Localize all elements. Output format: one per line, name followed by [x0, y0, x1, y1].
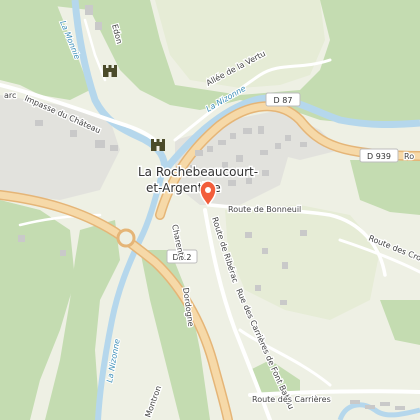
road-badge-d87: D 87 — [265, 92, 301, 107]
castle-icon[interactable] — [103, 65, 117, 77]
castle-icon[interactable] — [151, 139, 165, 151]
road-label-route-bonneuil: Route de Bonneuil — [228, 205, 301, 214]
roundabout — [116, 228, 136, 248]
place-name-line1: La Rochebeaucourt- — [138, 165, 258, 179]
road-badge-d87-text: D 87 — [274, 96, 293, 105]
map-canvas[interactable]: D 87 D 939 D 12 Ro Route de Bonneuil Rou… — [0, 0, 420, 420]
road-label-d939-tail: Ro — [404, 152, 414, 161]
map-view[interactable]: D 87 D 939 D 12 Ro Route de Bonneuil Rou… — [0, 0, 420, 420]
road-badge-d939-text: D 939 — [367, 152, 391, 161]
road-badge-d939: D 939 — [359, 148, 399, 163]
road-label-arc: arc — [4, 91, 16, 100]
road-label-route-carrieres: Route des Carrières — [252, 394, 331, 404]
